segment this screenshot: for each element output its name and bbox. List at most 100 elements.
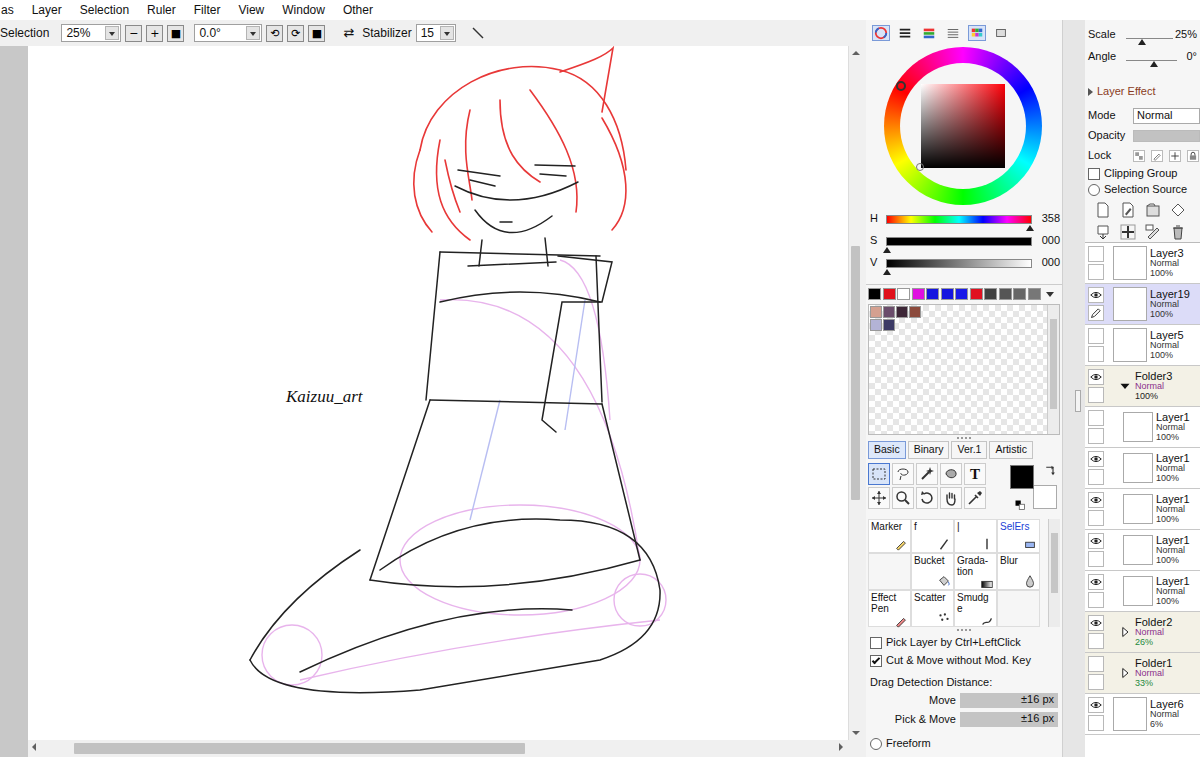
brush-label[interactable]: Blur — [1000, 555, 1037, 566]
vertical-scrollbar[interactable] — [848, 46, 862, 740]
scatter-icon[interactable] — [937, 611, 951, 625]
tool-button[interactable] — [868, 463, 890, 485]
color-mode-icon[interactable] — [945, 26, 961, 40]
option-checkbox-row[interactable]: Pick Layer by Ctrl+LeftClick — [870, 635, 1062, 651]
lasso-icon[interactable] — [895, 466, 911, 482]
tool-set-tab[interactable]: Basic — [868, 441, 906, 459]
bucket-icon[interactable] — [937, 574, 951, 588]
lock-transparency-icon[interactable] — [1134, 151, 1144, 161]
hsv-slider[interactable] — [886, 259, 1032, 268]
scale-value[interactable]: 25% — [1175, 28, 1197, 41]
brush-slot[interactable]: SelErs — [997, 519, 1040, 553]
hand-icon[interactable] — [943, 490, 959, 506]
color-mode-icon[interactable] — [921, 26, 937, 40]
menu-item[interactable]: Layer — [23, 3, 71, 17]
sv-marker[interactable] — [916, 163, 924, 171]
layer-name[interactable]: Folder2 — [1135, 616, 1172, 629]
pen-icon[interactable] — [1090, 307, 1102, 319]
edit-target-box[interactable] — [1088, 264, 1104, 280]
folder-toggle[interactable] — [1115, 653, 1135, 693]
pen-icon[interactable] — [980, 537, 994, 551]
panel-divider[interactable] — [1062, 20, 1085, 757]
eye-icon[interactable] — [1089, 535, 1103, 547]
collapsed-arrow-icon[interactable] — [1119, 667, 1131, 679]
layer-row[interactable]: Layer1Normal100% — [1085, 448, 1200, 489]
marker-icon[interactable] — [894, 537, 908, 551]
visibility-toggle[interactable] — [1088, 369, 1104, 385]
checkbox[interactable] — [1088, 168, 1100, 180]
palette-swatch[interactable] — [897, 288, 910, 300]
foreground-color[interactable] — [1010, 465, 1034, 489]
eye-icon[interactable] — [1089, 494, 1103, 506]
slider-value[interactable]: 358 — [1036, 212, 1060, 225]
brush-slot[interactable]: Marker — [868, 519, 911, 553]
palette-swatch[interactable] — [912, 288, 925, 300]
slider-value[interactable]: 000 — [1036, 256, 1060, 269]
rect-select-icon[interactable] — [871, 466, 887, 482]
color-mode-icon[interactable] — [897, 26, 913, 40]
scroll-right-icon[interactable] — [834, 740, 848, 754]
new-linework-layer-icon[interactable] — [1120, 202, 1136, 218]
freeform-radio-row[interactable]: Freeform — [866, 727, 1062, 750]
color-mode-button[interactable] — [992, 25, 1010, 41]
color-mode-icon[interactable] — [873, 26, 889, 40]
edit-target-box[interactable] — [1088, 551, 1104, 567]
scratch-scrollbar[interactable] — [1047, 305, 1059, 434]
clear-layer-icon[interactable] — [1145, 224, 1161, 240]
color-mode-button[interactable] — [944, 25, 962, 41]
visibility-toggle[interactable] — [1088, 697, 1104, 713]
scratch-swatch[interactable] — [883, 306, 895, 318]
rotate-button[interactable]: ■ — [308, 25, 325, 42]
layer-name[interactable]: Layer1 — [1156, 575, 1190, 588]
checkbox[interactable] — [870, 655, 882, 667]
layer-row[interactable]: Layer5Normal100% — [1085, 325, 1200, 366]
zoom-icon[interactable] — [895, 490, 911, 506]
magic-wand-icon[interactable] — [919, 466, 935, 482]
color-mode-button[interactable] — [872, 25, 890, 41]
zoom-dropdown[interactable]: 25% — [61, 24, 121, 42]
color-mode-icon[interactable] — [897, 26, 913, 40]
move-icon[interactable] — [871, 490, 887, 506]
layer-row[interactable]: Layer1Normal100% — [1085, 571, 1200, 612]
brush-slot[interactable]: Blur — [997, 553, 1040, 590]
scroll-thumb[interactable] — [851, 246, 860, 499]
brush-label[interactable]: Smudge — [957, 592, 994, 614]
option-checkbox-row[interactable]: Cut & Move without Mod. Key — [870, 653, 1062, 669]
layer-name[interactable]: Layer1 — [1156, 493, 1190, 506]
eye-icon[interactable] — [1089, 453, 1103, 465]
gradation-icon[interactable] — [980, 577, 994, 591]
layer-row[interactable]: Layer3Normal100% — [1085, 243, 1200, 284]
eye-icon[interactable] — [1089, 289, 1103, 301]
rotate-icon[interactable] — [919, 490, 935, 506]
layer-name[interactable]: Layer3 — [1150, 247, 1184, 260]
selection-source-label[interactable]: Selection Source — [1104, 183, 1187, 196]
palette-swatch[interactable] — [926, 288, 939, 300]
pen-icon[interactable] — [937, 537, 951, 551]
brush-label[interactable]: Effect Pen — [871, 592, 908, 614]
brush-slot[interactable]: Effect Pen — [868, 590, 911, 627]
stabilizer-dropdown[interactable]: 15 — [416, 24, 456, 42]
transfer-down-icon[interactable] — [1095, 224, 1111, 240]
text-tool-label[interactable]: T — [970, 465, 980, 483]
rect-select-icon[interactable] — [871, 466, 887, 482]
brush-label[interactable]: f — [914, 521, 951, 532]
lock-paint-icon[interactable] — [1152, 151, 1162, 161]
color-mode-icon[interactable] — [993, 26, 1009, 40]
lock-toggle[interactable] — [1151, 150, 1163, 162]
menu-item[interactable]: Other — [334, 3, 382, 17]
bucket-icon[interactable] — [937, 574, 951, 588]
selection-source-row[interactable]: Selection Source — [1085, 182, 1200, 198]
blur-icon[interactable] — [1023, 574, 1037, 588]
eye-icon[interactable] — [1089, 494, 1103, 506]
gradation-icon[interactable] — [980, 577, 994, 591]
folder-row[interactable]: Folder2Normal26% — [1085, 612, 1200, 653]
eye-icon[interactable] — [1089, 371, 1103, 383]
saturation-value-square[interactable] — [921, 84, 1005, 168]
edit-target-box[interactable] — [1088, 510, 1104, 526]
folder-toggle[interactable] — [1115, 612, 1135, 652]
slider-value[interactable]: 000 — [1036, 234, 1060, 247]
merge-down-icon[interactable] — [1120, 224, 1136, 240]
eye-icon[interactable] — [1089, 699, 1103, 711]
color-mode-icon[interactable] — [945, 26, 961, 40]
eye-icon[interactable] — [1089, 617, 1103, 629]
